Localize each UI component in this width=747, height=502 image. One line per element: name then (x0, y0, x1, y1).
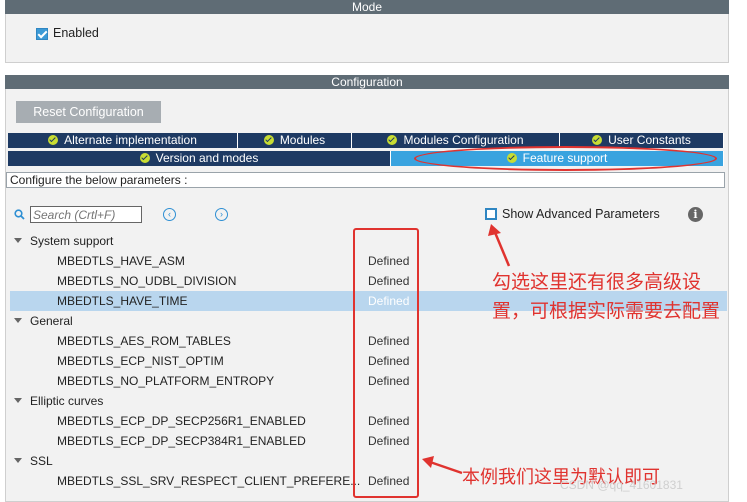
parameters-description: Configure the below parameters : (6, 172, 725, 188)
tab-label: User Constants (608, 133, 691, 147)
arrow-up-icon (488, 224, 511, 267)
group-label: SSL (30, 454, 53, 468)
reset-configuration-button[interactable]: Reset Configuration (16, 101, 161, 123)
param-name: MBEDTLS_HAVE_ASM (57, 254, 185, 268)
arrow-left-icon (422, 456, 463, 475)
param-name: MBEDTLS_NO_UDBL_DIVISION (57, 274, 237, 288)
tab-label: Version and modes (155, 151, 259, 165)
mode-header: Mode (5, 0, 729, 14)
group-label: System support (30, 234, 114, 248)
group-label: Elliptic curves (30, 394, 104, 408)
param-name: MBEDTLS_AES_ROM_TABLES (57, 334, 231, 348)
enabled-label: Enabled (53, 26, 99, 40)
check-icon (387, 135, 398, 145)
check-icon (139, 153, 150, 163)
chevron-down-icon (14, 238, 22, 243)
check-icon (592, 135, 603, 145)
group-label: General (30, 314, 73, 328)
search-previous-button[interactable]: ‹ (163, 208, 176, 221)
tab-label: Alternate implementation (64, 133, 197, 147)
configuration-header: Configuration (5, 75, 729, 89)
advanced-annotation: 勾选这里还有很多高级设置，可根据实际需要去配置 (492, 271, 721, 322)
param-name: MBEDTLS_SSL_SRV_RESPECT_CLIENT_PREFERE..… (57, 474, 361, 488)
param-name: MBEDTLS_NO_PLATFORM_ENTROPY (57, 374, 275, 388)
tab-modules[interactable]: Modules (238, 133, 352, 148)
highlight-ellipse (414, 146, 717, 171)
tab-label: Modules (279, 133, 326, 147)
param-name: MBEDTLS_ECP_NIST_OPTIM (57, 354, 224, 368)
show-advanced-checkbox[interactable] (485, 208, 497, 220)
tab-alternate-implementation[interactable]: Alternate implementation (8, 133, 238, 148)
param-name: MBEDTLS_ECP_DP_SECP384R1_ENABLED (57, 434, 306, 448)
search-icon (14, 209, 25, 220)
enabled-checkbox[interactable] (36, 28, 48, 40)
param-name: MBEDTLS_HAVE_TIME (57, 294, 188, 308)
info-icon[interactable]: i (688, 207, 703, 222)
check-icon (48, 135, 59, 145)
param-name: MBEDTLS_ECP_DP_SECP256R1_ENABLED (57, 414, 306, 428)
chevron-down-icon (14, 318, 22, 323)
search-input[interactable] (30, 206, 142, 223)
tab-label: Modules Configuration (403, 133, 524, 147)
chevron-down-icon (14, 458, 22, 463)
tab-version-and-modes[interactable]: Version and modes (8, 151, 391, 166)
mode-panel: Enabled (5, 14, 729, 63)
watermark: CSDN @qq_41601831 (560, 478, 683, 492)
chevron-down-icon (14, 398, 22, 403)
highlight-box (353, 228, 419, 498)
show-advanced-label: Show Advanced Parameters (502, 207, 660, 221)
search-next-button[interactable]: › (215, 208, 228, 221)
check-icon (263, 135, 274, 145)
